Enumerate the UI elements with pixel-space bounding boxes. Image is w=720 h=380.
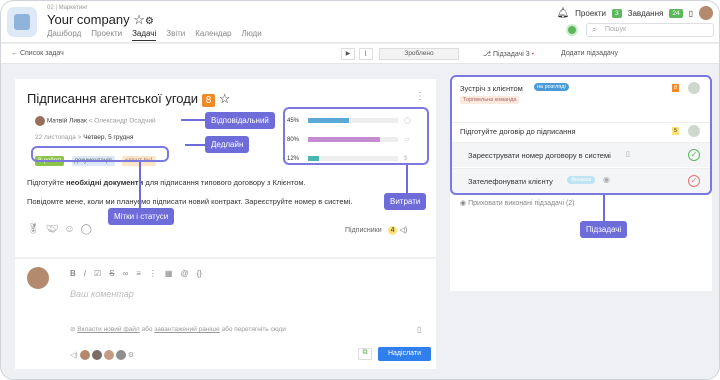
subtasks-link[interactable]: ⎇ Підзадачі 3 • [483,50,534,58]
task-panel: Підписання агентської угоди 8 ☆ ⋮ Матвій… [15,79,436,257]
add-button[interactable] [566,24,578,36]
comment-icon[interactable]: ◯ [81,224,92,235]
attach-button[interactable]: ⧉ [358,348,372,360]
user-avatar [27,267,49,289]
assignee-callout: Відповідальний [205,112,275,129]
avatar[interactable] [79,350,90,360]
tags-highlight [31,146,169,162]
company-logo[interactable] [7,7,37,37]
play-button[interactable]: ▶ [341,48,355,60]
nav-people[interactable]: Люди [241,29,261,41]
task-number: 8 [201,94,216,107]
subscribers[interactable]: Підписники 4 ◁) [345,226,407,235]
comment-input[interactable]: Ваш коментар [70,289,134,299]
sub-bar: ← Список задач ▶ ⌊ Зроблено ⎇ Підзадачі … [1,44,719,64]
nav-calendar[interactable]: Календар [195,29,231,41]
projects-count: 3 [612,8,622,18]
numlist-icon[interactable]: ⋮ [149,269,157,278]
sound-icon[interactable]: ◁) [70,351,78,359]
subtasks-callout: Підзадачі [580,221,628,238]
connector [181,119,205,121]
medal-icon[interactable]: 🏅︎ [27,224,40,235]
smile-icon[interactable]: ☺ [64,224,74,235]
tasks-count: 24 [669,8,683,18]
avatar[interactable] [699,6,713,20]
hide-completed-link[interactable]: ◉ Приховати виконані підзадачі (2) [460,199,575,207]
connector [139,162,141,208]
strike-icon[interactable]: S [109,269,114,278]
italic-icon[interactable]: I [84,269,86,278]
gear-icon[interactable]: ⚙ [145,16,154,27]
costs-highlight [283,107,429,165]
company-name: Your company ☆⚙ [47,12,154,27]
bookmark-icon[interactable]: ▯ [689,9,693,18]
nav-projects[interactable]: Проекти [91,29,122,41]
clip-icon: ⊘ [70,326,76,333]
deadline-callout: Дедлайн [205,136,250,153]
bell-icon[interactable]: 🔔︎ [556,8,569,19]
projects-link[interactable]: Проекти [575,9,606,18]
sound-icon[interactable]: ◁) [399,227,407,234]
link-icon[interactable]: ∞ [123,269,129,278]
add-subtask-link[interactable]: Додати підзадачу [561,50,618,57]
tags-callout: Мітки і статуси [108,208,175,225]
bold-icon[interactable]: B [70,269,76,278]
breadcrumb: 02 | Маркетинг [47,5,88,11]
app-frame: 02 | Маркетинг Your company ☆⚙ Дашборд П… [0,0,720,380]
attach-existing-link[interactable]: завантажений раніше [154,326,219,333]
done-button[interactable]: Зроблено [379,48,459,60]
tasks-link[interactable]: Завдання [628,9,664,18]
task-description: Підготуйте необхідні документи для підпи… [27,178,353,206]
checkbox-icon[interactable]: ☑ [94,269,101,278]
code-icon[interactable]: {} [197,269,202,278]
connector [185,144,205,146]
list-icon[interactable]: ≡ [136,269,141,278]
main-nav: Дашборд Проекти Задачі Звіти Календар Лю… [47,29,262,41]
connector [406,165,408,193]
handshake-icon[interactable]: 🤝︎ [46,224,59,235]
send-button[interactable]: Надіслати [378,347,431,361]
avatar[interactable] [115,350,126,360]
search-icon: ⌕ [592,25,597,34]
costs-callout: Витрати [384,193,427,210]
back-link[interactable]: ← Список задач [11,50,64,57]
task-title: Підписання агентської угоди 8 ☆ [27,91,231,107]
mention-icon[interactable]: @ [180,269,188,278]
comment-panel: B I ☑ S ∞ ≡ ⋮ ▦ @ {} Ваш коментар ⊘ Вкласти новий… [15,259,436,369]
stop-button[interactable]: ⌊ [359,48,373,60]
attach-new-link[interactable]: Вкласти новий файл [77,326,139,333]
connector [603,195,605,221]
add-watcher-icon[interactable]: ⚙ [128,351,134,359]
top-bar: 02 | Маркетинг Your company ☆⚙ Дашборд П… [1,1,719,43]
avatar[interactable] [103,350,114,360]
attach-row: ⊘ Вкласти новий файл або завантажений ра… [70,326,286,333]
avatar[interactable] [91,350,102,360]
nav-dashboard[interactable]: Дашборд [47,29,81,41]
more-icon[interactable]: ⋮ [415,91,425,102]
reactions: 🏅︎ 🤝︎ ☺ ◯ [27,224,92,235]
table-icon[interactable]: ▦ [165,269,173,278]
file-icon[interactable]: ▯ [417,325,421,334]
nav-tasks[interactable]: Задачі [132,29,157,41]
watchers-row: ◁) ⚙ [70,350,134,360]
top-right: 🔔︎ Проекти 3 Завдання 24 ▯ [556,6,713,20]
editor-toolbar: B I ☑ S ∞ ≡ ⋮ ▦ @ {} [70,269,202,278]
nav-reports[interactable]: Звіти [166,29,185,41]
star-icon[interactable]: ☆ [219,91,231,106]
search-input[interactable]: Пошук [586,23,714,37]
star-icon[interactable]: ☆ [133,12,145,27]
subtasks-highlight [450,75,712,195]
